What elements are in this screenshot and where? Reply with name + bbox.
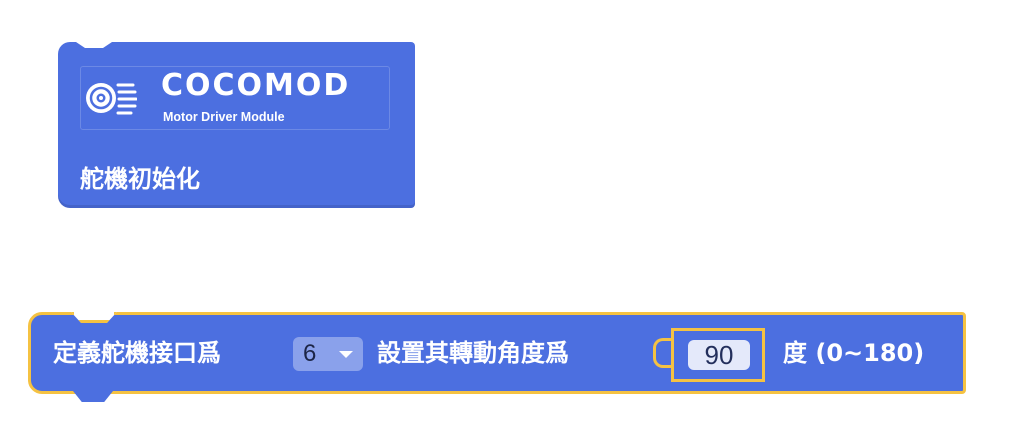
port-dropdown[interactable]: 6 — [293, 337, 363, 371]
angle-number-block[interactable]: 90 — [671, 328, 765, 382]
angle-input-slot[interactable]: 90 — [653, 328, 765, 382]
workspace-canvas[interactable]: COCOMOD Motor Driver Module 舵機初始化 定義舵機接口… — [0, 0, 1020, 448]
servo-set-angle-block[interactable]: 定義舵機接口爲 6 設置其轉動角度爲 90 度 (0~180) — [28, 312, 966, 402]
logo-title: COCOMOD — [161, 68, 351, 103]
motor-icon — [86, 83, 137, 115]
logo-subtitle: Motor Driver Module — [163, 110, 285, 124]
block-label-prefix: 定義舵機接口爲 — [53, 339, 221, 367]
angle-input[interactable]: 90 — [688, 340, 750, 370]
block-label-suffix: 度 (0~180) — [783, 339, 925, 367]
block-label-middle: 設置其轉動角度爲 — [377, 339, 569, 367]
block-top-notch — [71, 312, 117, 323]
port-dropdown-value: 6 — [303, 340, 317, 367]
servo-init-block[interactable]: COCOMOD Motor Driver Module 舵機初始化 — [58, 42, 415, 208]
chevron-down-icon — [339, 351, 353, 358]
block-top-notch — [76, 42, 112, 48]
block-label: 舵機初始化 — [80, 165, 200, 193]
block-bottom-tab — [73, 391, 113, 402]
angle-value: 90 — [704, 340, 734, 370]
cocomod-logo: COCOMOD Motor Driver Module — [80, 66, 390, 130]
